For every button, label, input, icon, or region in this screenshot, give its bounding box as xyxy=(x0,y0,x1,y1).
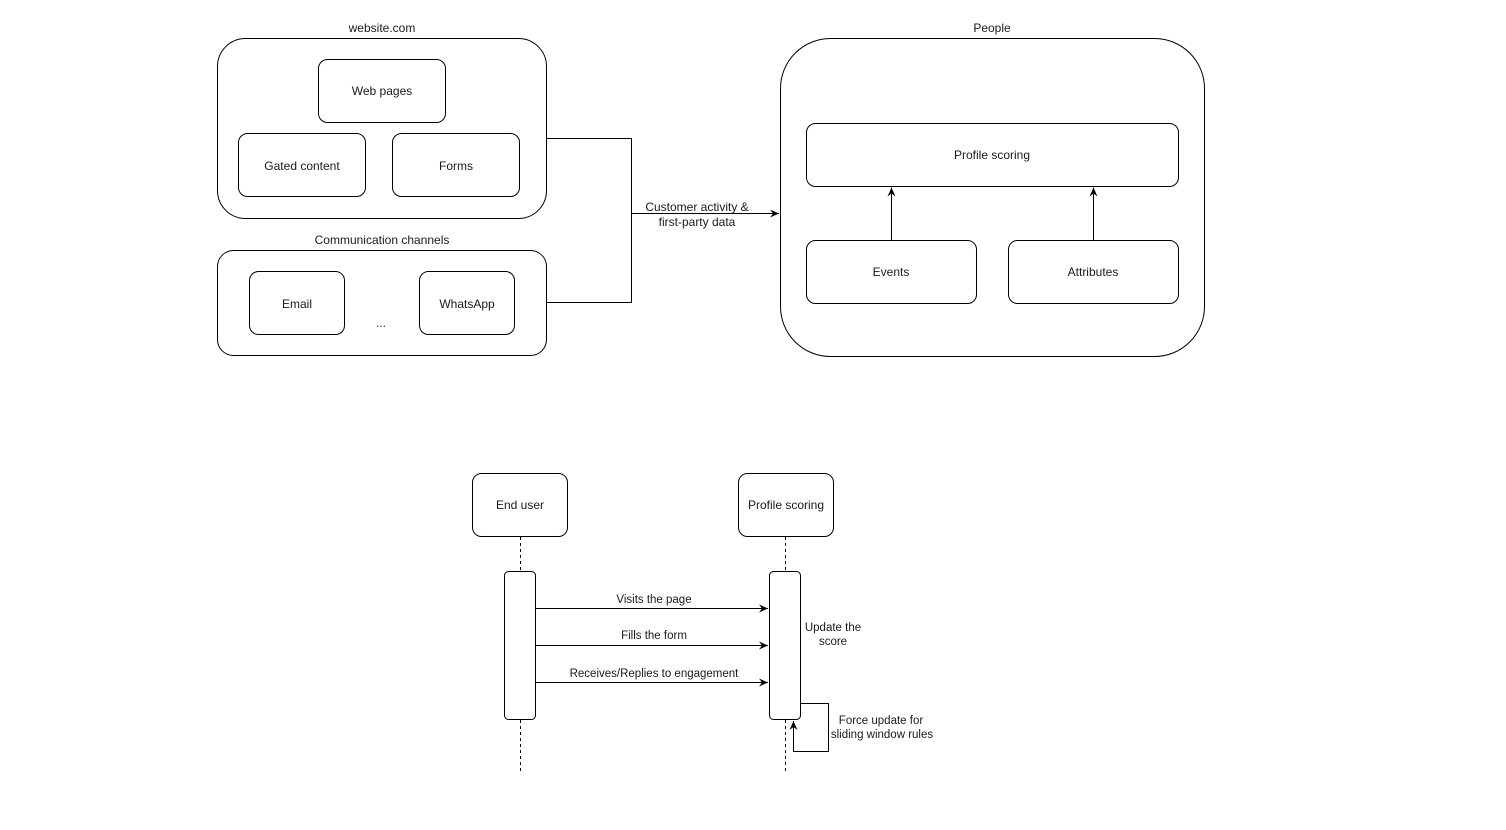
profile-scoring-label: Profile scoring xyxy=(954,148,1030,162)
end-user-activation[interactable] xyxy=(504,571,536,720)
whatsapp-node[interactable]: WhatsApp xyxy=(419,271,515,335)
participant-profile-scoring[interactable]: Profile scoring xyxy=(738,473,834,537)
channels-group-title: Communication channels xyxy=(315,233,450,247)
whatsapp-label: WhatsApp xyxy=(439,297,495,311)
channels-group[interactable]: Communication channels Email ... WhatsAp… xyxy=(217,233,547,356)
diagram-canvas: website.com Web pages Gated content Form… xyxy=(217,21,1205,773)
message-engagement[interactable]: Receives/Replies to engagement xyxy=(536,668,768,687)
gated-content-node[interactable]: Gated content xyxy=(238,133,366,197)
people-group[interactable]: People Profile scoring Events Attributes xyxy=(780,21,1205,357)
events-node[interactable]: Events xyxy=(806,240,977,304)
connector-bracket xyxy=(546,138,632,303)
sequence-diagram: End user Profile scoring Visits the page… xyxy=(472,473,934,773)
attributes-label: Attributes xyxy=(1068,265,1119,279)
message-fills-form-label: Fills the form xyxy=(621,630,687,642)
attributes-node[interactable]: Attributes xyxy=(1008,240,1179,304)
events-label: Events xyxy=(873,265,910,279)
message-visits-page[interactable]: Visits the page xyxy=(536,594,768,613)
update-score-note-line1: Update the xyxy=(805,622,861,634)
update-score-note-line2: score xyxy=(819,636,847,648)
data-flow-connector[interactable]: Customer activity & first-party data xyxy=(546,138,780,303)
web-pages-node[interactable]: Web pages xyxy=(318,59,446,123)
gated-content-label: Gated content xyxy=(264,159,340,173)
email-node[interactable]: Email xyxy=(249,271,345,335)
forms-label: Forms xyxy=(439,159,473,173)
website-group-title: website.com xyxy=(348,21,416,35)
connector-label-line2: first-party data xyxy=(659,215,736,229)
people-group-title: People xyxy=(973,21,1011,35)
self-call-force-update[interactable]: Force update for sliding window rules xyxy=(789,703,934,752)
forms-node[interactable]: Forms xyxy=(392,133,520,197)
participant-end-user[interactable]: End user xyxy=(472,473,568,537)
participant-profile-scoring-label: Profile scoring xyxy=(748,498,824,512)
channels-ellipsis: ... xyxy=(376,316,386,330)
self-call-label-line2: sliding window rules xyxy=(831,729,934,741)
web-pages-label: Web pages xyxy=(352,84,413,98)
people-group-container xyxy=(780,38,1205,357)
profile-scoring-node[interactable]: Profile scoring xyxy=(806,123,1179,187)
website-group[interactable]: website.com Web pages Gated content Form… xyxy=(217,21,547,219)
email-label: Email xyxy=(282,297,312,311)
self-call-label-line1: Force update for xyxy=(839,715,924,727)
message-engagement-label: Receives/Replies to engagement xyxy=(570,668,740,680)
message-visits-page-label: Visits the page xyxy=(616,594,691,606)
connector-label-line1: Customer activity & xyxy=(645,200,748,214)
message-fills-form[interactable]: Fills the form xyxy=(536,630,768,650)
profile-scoring-activation[interactable] xyxy=(769,571,801,720)
participant-end-user-label: End user xyxy=(496,498,544,512)
